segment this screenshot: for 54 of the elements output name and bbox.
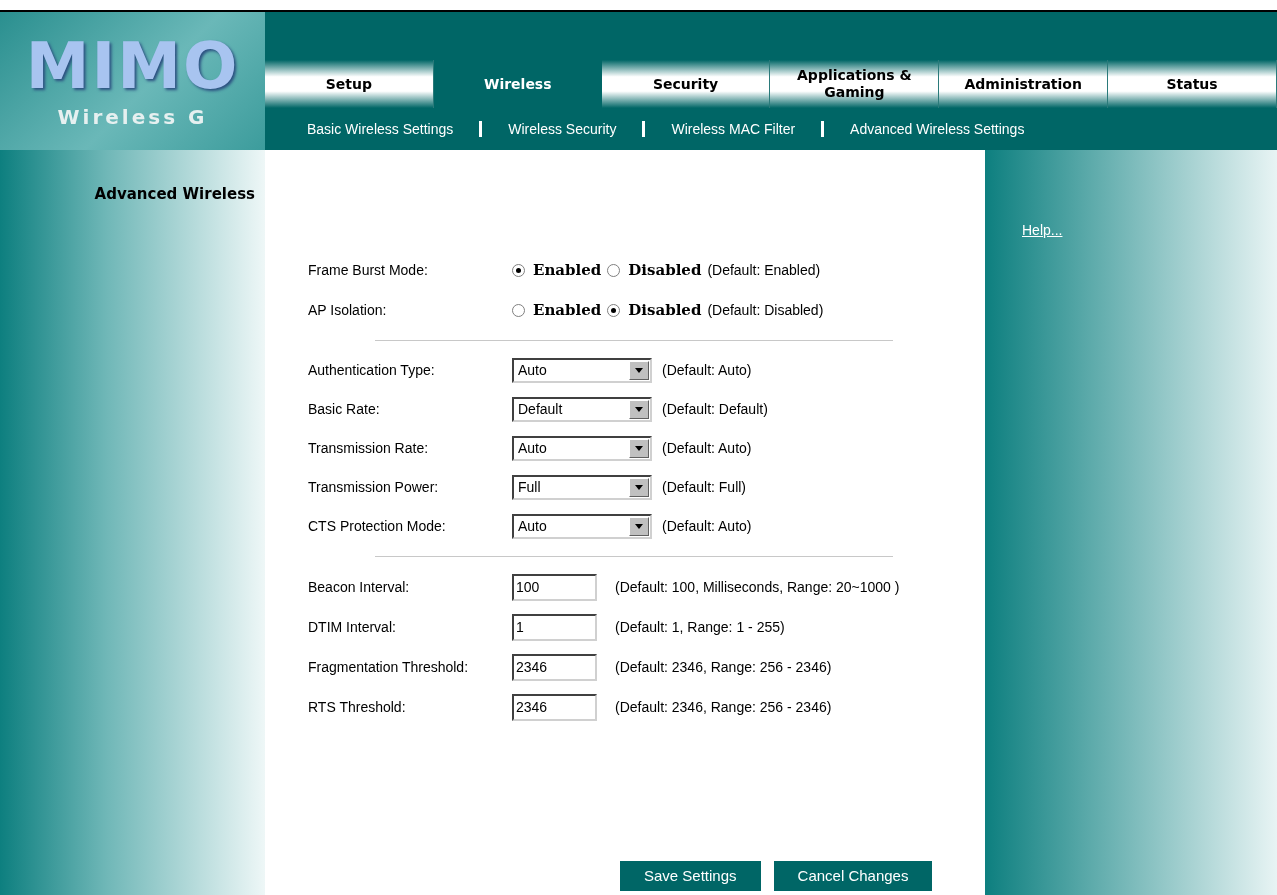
dropdown[interactable]: Auto — [512, 436, 652, 461]
default-hint: (Default: Enabled) — [707, 260, 821, 280]
option-label: Disabled — [628, 259, 702, 281]
field-label: RTS Threshold: — [308, 697, 407, 717]
default-hint: (Default: Auto) — [662, 517, 752, 536]
sidebar-title: Advanced Wireless — [94, 184, 255, 203]
default-hint: (Default: Auto) — [662, 361, 752, 380]
default-hint: (Default: Auto) — [662, 439, 752, 458]
input-field[interactable]: 100 — [512, 573, 597, 601]
dropdown[interactable]: Full — [512, 475, 652, 500]
default-hint: (Default: 1, Range: 1 - 255) — [615, 617, 785, 637]
nav-tab[interactable]: Status — [1108, 60, 1277, 108]
radio-button[interactable] — [512, 263, 525, 277]
logo-subtitle: Wireless G — [57, 104, 208, 131]
field-label: AP Isolation: — [308, 300, 388, 320]
field-label: Frame Burst Mode: — [308, 260, 429, 280]
field-label: Fragmentation Threshold: — [308, 657, 470, 677]
default-hint: (Default: Disabled) — [707, 300, 824, 320]
default-hint: (Default: 2346, Range: 256 - 2346) — [615, 697, 832, 717]
field-label: CTS Protection Mode: — [308, 517, 447, 536]
radio-button[interactable] — [512, 303, 525, 317]
subnav-link[interactable]: Advanced Wireless Settings — [850, 118, 1025, 140]
nav-tab[interactable]: Administration — [939, 60, 1109, 108]
action-button[interactable]: Save Settings — [620, 861, 761, 891]
default-hint: (Default: Default) — [662, 400, 768, 419]
field-label: Authentication Type: — [308, 361, 436, 380]
help-link[interactable]: Help... — [1022, 222, 1063, 238]
input-field[interactable]: 2346 — [512, 693, 597, 721]
input-field[interactable]: 2346 — [512, 653, 597, 681]
option-label: Enabled — [533, 259, 602, 281]
nav-tab[interactable]: Applications & Gaming — [770, 60, 940, 108]
subnav-link[interactable]: Basic Wireless Settings — [307, 118, 454, 140]
field-label: DTIM Interval: — [308, 617, 397, 637]
option-label: Enabled — [533, 299, 602, 321]
logo-title: MIMO — [25, 34, 240, 98]
subnav-link[interactable]: Wireless MAC Filter — [671, 118, 796, 140]
default-hint: (Default: Full) — [662, 478, 747, 497]
dropdown[interactable]: Default — [512, 397, 652, 422]
option-label: Disabled — [628, 299, 702, 321]
radio-button[interactable] — [607, 303, 621, 317]
field-label: Transmission Rate: — [308, 439, 430, 458]
dropdown[interactable]: Auto — [512, 358, 652, 383]
nav-tab[interactable]: Setup — [265, 60, 434, 108]
input-field[interactable]: 1 — [512, 613, 597, 641]
radio-button[interactable] — [607, 263, 621, 277]
field-label: Beacon Interval: — [308, 577, 411, 597]
default-hint: (Default: 100, Milliseconds, Range: 20~1000 ) — [615, 577, 900, 597]
subnav-link[interactable]: Wireless Security — [508, 118, 617, 140]
dropdown[interactable]: Auto — [512, 514, 652, 539]
action-button[interactable]: Cancel Changes — [773, 861, 933, 891]
default-hint: (Default: 2346, Range: 256 - 2346) — [615, 657, 832, 677]
nav-tab[interactable]: Security — [601, 60, 771, 108]
field-label: Basic Rate: — [308, 400, 381, 419]
field-label: Transmission Power: — [308, 478, 440, 497]
